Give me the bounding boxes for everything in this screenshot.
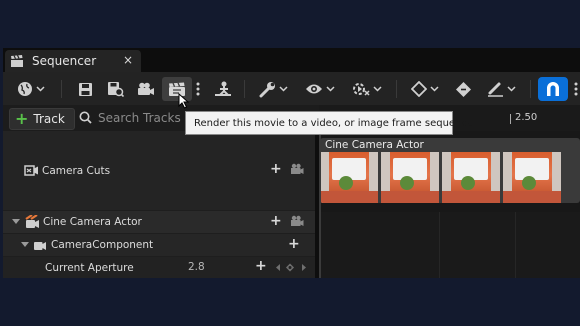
- track-label: Cine Camera Actor: [43, 216, 142, 228]
- view-options-button[interactable]: [302, 77, 338, 101]
- clip-label: Cine Camera Actor: [325, 139, 424, 151]
- track-label: Current Aperture: [45, 261, 134, 274]
- more-options-button[interactable]: [193, 77, 203, 101]
- save-icon: [78, 82, 93, 97]
- track-cine-camera-actor[interactable]: Cine Camera Actor +: [3, 211, 315, 233]
- search-icon: [79, 109, 92, 128]
- ruler-label: 2.50: [515, 112, 538, 123]
- ruler-tick: [510, 114, 511, 124]
- toolbar-divider: [61, 80, 62, 98]
- playhead[interactable]: [319, 131, 321, 278]
- search-input[interactable]: [98, 111, 184, 125]
- track-outliner: Camera Cuts + Cine Camera Actor + Camera…: [3, 131, 315, 278]
- camera-component-icon: [33, 240, 47, 251]
- timeline-area[interactable]: Cine Camera Actor: [319, 131, 580, 278]
- expand-arrow-icon[interactable]: [21, 242, 29, 248]
- thumbnail-frame: [381, 152, 439, 203]
- thumbnail-frame: [503, 152, 561, 203]
- chevron-down-icon: [36, 86, 45, 92]
- camera-cuts-icon: [24, 164, 39, 177]
- more-options-button[interactable]: [571, 77, 580, 101]
- toolbar-divider: [244, 80, 245, 98]
- mouse-cursor-icon: [178, 92, 190, 113]
- camera-cut-section[interactable]: Cine Camera Actor: [320, 138, 580, 203]
- keyframe-button[interactable]: [407, 77, 443, 101]
- tools-button[interactable]: [255, 77, 291, 101]
- brush-button[interactable]: [483, 77, 519, 101]
- add-key-icon[interactable]: +: [255, 258, 267, 274]
- tab-bar: Sequencer ×: [3, 48, 580, 72]
- add-icon[interactable]: +: [270, 161, 282, 177]
- playback-options-button[interactable]: [349, 77, 385, 101]
- expand-arrow-icon[interactable]: [12, 219, 20, 225]
- key-tag-button[interactable]: [452, 77, 474, 101]
- clip-thumbnails: [320, 152, 580, 203]
- more-options-icon: [574, 82, 578, 96]
- track-label: Camera Cuts: [42, 164, 111, 177]
- track-current-aperture[interactable]: Current Aperture 2.8 +: [3, 257, 315, 278]
- chevron-down-icon: [278, 86, 288, 92]
- wrench-icon: [259, 81, 276, 98]
- track-camera-cuts[interactable]: Camera Cuts +: [3, 131, 315, 210]
- close-icon[interactable]: ×: [123, 53, 133, 67]
- chevron-down-icon: [326, 86, 335, 92]
- tab-title: Sequencer: [32, 54, 97, 68]
- brush-icon: [487, 81, 504, 97]
- clapperboard-icon: [10, 54, 24, 68]
- toolbar-divider: [396, 80, 397, 98]
- aperture-value[interactable]: 2.8: [188, 261, 205, 273]
- render-movie-tooltip: Render this movie to a video, or image f…: [185, 111, 473, 135]
- cine-camera-icon: [25, 215, 40, 229]
- add-icon[interactable]: +: [270, 213, 282, 229]
- plus-icon: +: [15, 109, 29, 128]
- track-lanes: [319, 212, 580, 278]
- chevron-down-icon: [506, 86, 516, 92]
- chevron-down-icon: [373, 86, 382, 92]
- thumbnail-frame: [320, 152, 378, 203]
- chevron-down-icon: [430, 86, 439, 92]
- camera-bind-icon[interactable]: [290, 163, 304, 179]
- save-as-icon: [107, 81, 124, 97]
- tooltip-text: Render this movie to a video, or image f…: [194, 117, 474, 129]
- keyframe-icon: [411, 81, 427, 97]
- add-icon[interactable]: +: [288, 236, 300, 252]
- save-as-button[interactable]: [104, 77, 126, 101]
- toolbar: [3, 72, 580, 105]
- key-navigation-icon[interactable]: [276, 263, 306, 272]
- animation-button[interactable]: [212, 77, 234, 101]
- tab-sequencer[interactable]: Sequencer ×: [5, 50, 141, 72]
- eye-icon: [305, 83, 323, 95]
- playback-icon: [352, 81, 370, 97]
- thumbnail-frame: [442, 152, 500, 203]
- snap-magnet-icon: [545, 81, 561, 97]
- camera-bind-icon[interactable]: [290, 215, 304, 231]
- track-camera-component[interactable]: CameraComponent +: [3, 234, 315, 256]
- sequencer-window: Sequencer × + Track Search Tracks 2.50 C…: [3, 48, 580, 278]
- camera-icon: [137, 82, 155, 96]
- more-options-icon: [196, 82, 200, 96]
- snap-button[interactable]: [538, 77, 568, 101]
- animation-icon: [214, 81, 232, 97]
- world-icon: [17, 81, 33, 97]
- track-label: CameraComponent: [51, 239, 154, 251]
- key-tag-icon: [455, 81, 472, 98]
- camera-button[interactable]: [134, 77, 158, 101]
- save-button[interactable]: [75, 77, 95, 101]
- search-box[interactable]: [79, 108, 189, 128]
- add-track-button[interactable]: + Track: [9, 108, 75, 130]
- world-button[interactable]: [14, 77, 48, 101]
- toolbar-divider: [530, 80, 531, 98]
- add-track-label: Track: [33, 112, 65, 126]
